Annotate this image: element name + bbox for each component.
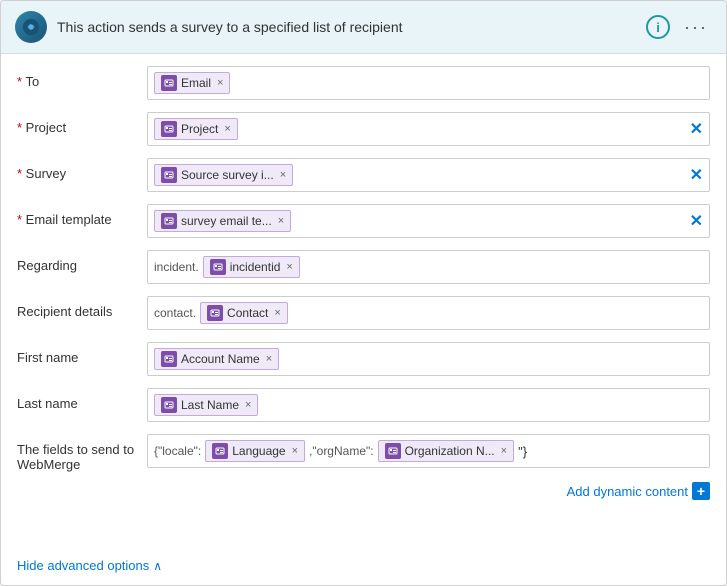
tag-account-name-text: Account Name [181,352,260,366]
tag-incidentid-text: incidentid [230,260,281,274]
tag-survey: Source survey i... × [154,164,293,186]
chevron-up-icon: ∧ [153,559,162,573]
card-header: This action sends a survey to a specifie… [1,1,726,54]
tag-contact-close[interactable]: × [274,307,280,319]
webmerge-prefix: {"locale": [154,444,201,458]
tag-last-name-close[interactable]: × [245,399,251,411]
header-logo-icon [15,11,47,43]
tag-icon-incidentid [210,259,226,275]
add-dynamic-content-button[interactable]: Add dynamic content + [567,482,710,500]
form-row-first-name: First name Account Name × [17,342,710,378]
info-button[interactable]: i [646,15,670,39]
form-row-to: * To Email × [17,66,710,102]
label-email-template: * Email template [17,204,147,227]
add-dynamic-row: Add dynamic content + [17,482,710,500]
field-survey-clear[interactable]: ✕ [690,165,703,185]
field-first-name[interactable]: Account Name × [147,342,710,376]
tag-icon-project [161,121,177,137]
field-webmerge[interactable]: {"locale": Language × ,"orgName": Organi… [147,434,710,468]
hide-advanced-label: Hide advanced options [17,558,149,573]
tag-email: Email × [154,72,230,94]
add-dynamic-plus-icon: + [692,482,710,500]
label-last-name: Last name [17,388,147,411]
label-to: * To [17,66,147,89]
tag-email-template-text: survey email te... [181,214,272,228]
tag-account-name-close[interactable]: × [266,353,272,365]
card-body: * To Email × * Project [1,54,726,552]
add-dynamic-label: Add dynamic content [567,484,688,499]
field-project[interactable]: Project × ✕ [147,112,710,146]
recipient-prefix: contact. [154,306,196,320]
tag-project: Project × [154,118,238,140]
more-options-button[interactable]: ··· [680,17,712,38]
tag-account-name: Account Name × [154,348,279,370]
tag-icon-org-name [385,443,401,459]
tag-org-name: Organization N... × [378,440,514,462]
tag-contact: Contact × [200,302,288,324]
field-email-template[interactable]: survey email te... × ✕ [147,204,710,238]
tag-icon-contact [207,305,223,321]
tag-survey-text: Source survey i... [181,168,274,182]
form-row-recipient-details: Recipient details contact. Contact × [17,296,710,332]
label-webmerge: The fields to send to WebMerge [17,434,147,472]
tag-icon-email-template [161,213,177,229]
tag-last-name: Last Name × [154,394,258,416]
tag-incidentid: incidentid × [203,256,300,278]
tag-language-close[interactable]: × [292,445,298,457]
tag-icon-account-name [161,351,177,367]
tag-incidentid-close[interactable]: × [286,261,292,273]
tag-language-text: Language [232,444,285,458]
field-to[interactable]: Email × [147,66,710,100]
label-first-name: First name [17,342,147,365]
tag-survey-close[interactable]: × [280,169,286,181]
tag-org-name-close[interactable]: × [501,445,507,457]
action-card: This action sends a survey to a specifie… [0,0,727,586]
hide-advanced-button[interactable]: Hide advanced options ∧ [1,552,726,585]
field-survey[interactable]: Source survey i... × ✕ [147,158,710,192]
required-star-to: * [17,74,22,89]
tag-icon-email [161,75,177,91]
tag-email-close[interactable]: × [217,77,223,89]
field-last-name[interactable]: Last Name × [147,388,710,422]
tag-project-text: Project [181,122,218,136]
tag-icon-survey [161,167,177,183]
tag-icon-last-name [161,397,177,413]
tag-email-template-close[interactable]: × [278,215,284,227]
field-regarding[interactable]: incident. incidentid × [147,250,710,284]
form-row-project: * Project Project × ✕ [17,112,710,148]
tag-last-name-text: Last Name [181,398,239,412]
tag-email-text: Email [181,76,211,90]
field-project-clear[interactable]: ✕ [690,119,703,139]
webmerge-suffix: "} [518,444,527,459]
field-email-template-clear[interactable]: ✕ [690,211,703,231]
form-row-last-name: Last name Last Name × [17,388,710,424]
label-survey: * Survey [17,158,147,181]
regarding-prefix: incident. [154,260,199,274]
label-project: * Project [17,112,147,135]
label-recipient-details: Recipient details [17,296,147,319]
form-row-webmerge: The fields to send to WebMerge {"locale"… [17,434,710,472]
form-row-email-template: * Email template survey email te... × ✕ [17,204,710,240]
tag-language: Language × [205,440,305,462]
webmerge-middle: ,"orgName": [309,444,374,458]
field-recipient-details[interactable]: contact. Contact × [147,296,710,330]
form-row-survey: * Survey Source survey i... × ✕ [17,158,710,194]
tag-contact-text: Contact [227,306,268,320]
tag-org-name-text: Organization N... [405,444,495,458]
form-row-regarding: Regarding incident. incidentid × [17,250,710,286]
tag-icon-language [212,443,228,459]
header-title: This action sends a survey to a specifie… [57,19,636,35]
label-regarding: Regarding [17,250,147,273]
tag-project-close[interactable]: × [224,123,230,135]
tag-email-template: survey email te... × [154,210,291,232]
